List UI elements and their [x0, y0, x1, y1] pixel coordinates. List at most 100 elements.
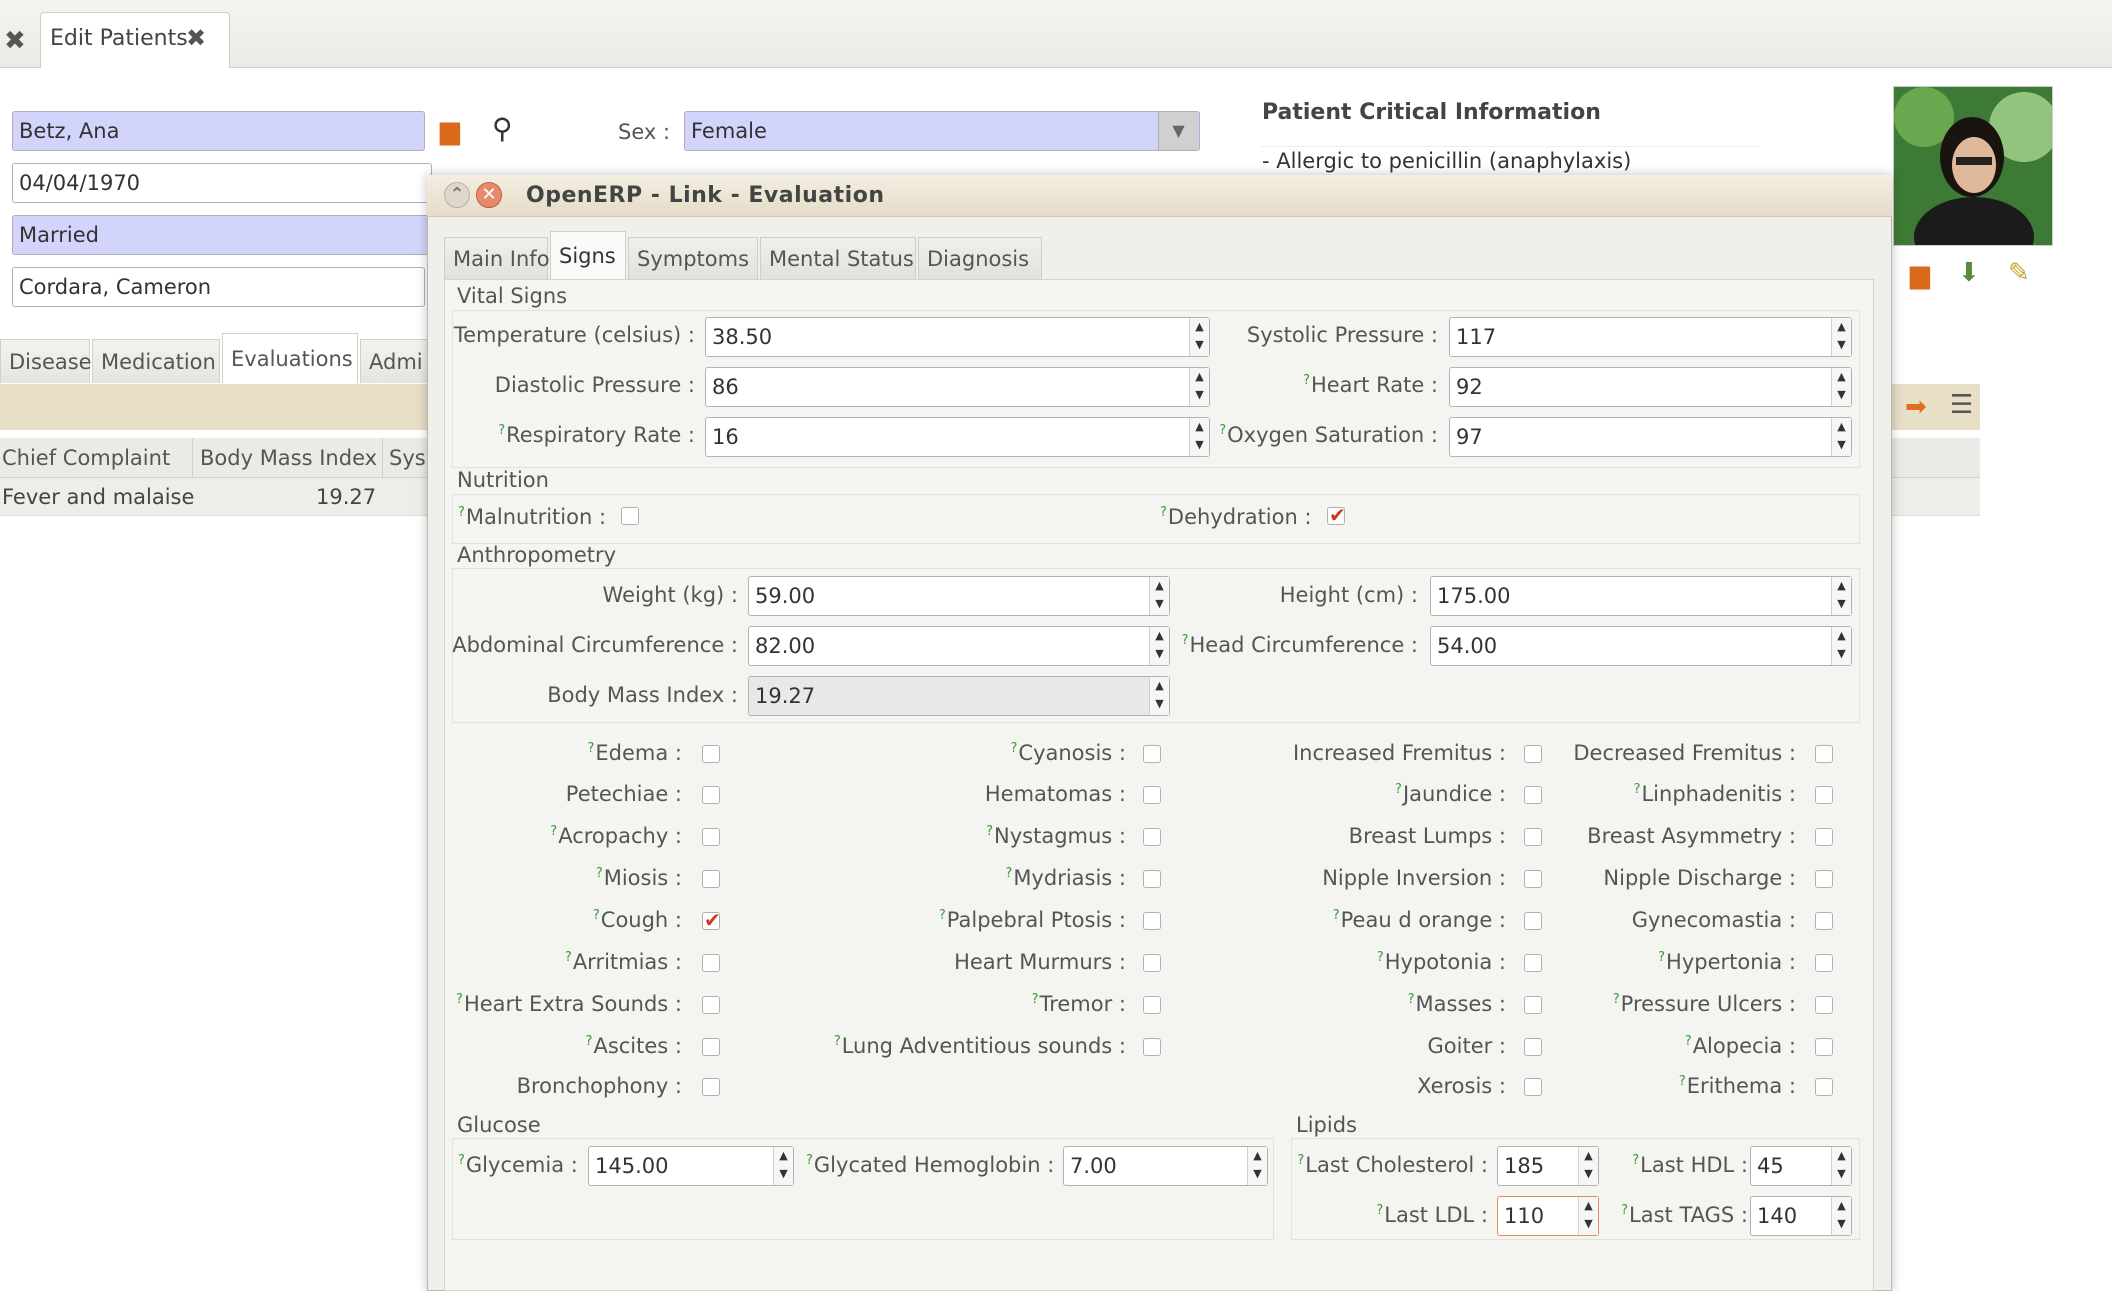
sign-checkbox[interactable]	[1815, 745, 1833, 763]
tab-diseases[interactable]: Diseases	[0, 339, 103, 383]
help-icon: ?	[1678, 1074, 1686, 1089]
sign-label: ?Alopecia :	[1684, 1034, 1796, 1058]
help-icon: ?	[1632, 1153, 1640, 1168]
sign-checkbox[interactable]	[702, 786, 720, 804]
marital-status-field[interactable]: Married	[12, 215, 432, 255]
tab-edit-patients-label: Edit Patients	[50, 26, 188, 51]
sign-checkbox[interactable]	[702, 828, 720, 846]
sign-label: ?Mydriasis :	[1005, 866, 1126, 890]
close-tab-icon[interactable]: ✖	[186, 24, 206, 52]
last-cholesterol-input[interactable]: 185 ▲ ▼	[1497, 1146, 1599, 1186]
diastolic-input[interactable]: 86 ▲ ▼	[705, 367, 1210, 407]
tab-admission[interactable]: Admi	[360, 339, 430, 383]
help-icon: ?	[1395, 782, 1402, 797]
help-icon: ?	[1684, 1034, 1692, 1049]
sign-label: ?Pressure Ulcers :	[1612, 992, 1796, 1016]
spinner-icon: ▲ ▼	[773, 1147, 793, 1185]
sign-checkbox[interactable]	[1815, 912, 1833, 930]
tab-mental-status[interactable]: Mental Status	[760, 237, 916, 279]
brush-icon[interactable]: ✎	[2008, 260, 2030, 286]
sign-checkbox[interactable]	[702, 1038, 720, 1056]
help-icon: ?	[1219, 423, 1227, 438]
close-all-tabs-icon[interactable]: ✖	[4, 28, 30, 54]
sign-checkbox[interactable]	[1815, 870, 1833, 888]
sign-label: ?Lung Adventitious sounds :	[833, 1034, 1126, 1058]
heart-rate-input[interactable]: 92 ▲ ▼	[1449, 367, 1852, 407]
help-icon: ?	[1297, 1153, 1305, 1168]
sign-checkbox[interactable]	[1815, 1078, 1833, 1096]
systolic-input[interactable]: 117 ▲ ▼	[1449, 317, 1852, 357]
help-icon: ?	[1010, 741, 1018, 756]
oxygen-saturation-input[interactable]: 97 ▲ ▼	[1449, 417, 1852, 457]
open-photo-icon[interactable]: ▆	[1910, 262, 1930, 288]
spinner-icon: ▲ ▼	[1831, 1147, 1851, 1185]
help-icon: ?	[585, 1034, 593, 1049]
help-icon: ?	[587, 741, 595, 756]
sex-select[interactable]: Female	[684, 111, 1200, 151]
tab-symptoms[interactable]: Symptoms	[628, 237, 758, 279]
col-chief-complaint[interactable]: Chief Complaint	[2, 438, 170, 478]
col-systolic[interactable]: Sys	[389, 438, 426, 478]
folder-icon[interactable]: ▆	[440, 118, 460, 144]
list-icon[interactable]: ☰	[1950, 392, 1973, 418]
tab-evaluations[interactable]: Evaluations	[222, 333, 358, 383]
minimize-icon[interactable]: ⌃	[444, 182, 470, 208]
weight-input[interactable]: 59.00 ▲ ▼	[748, 576, 1170, 616]
glycated-hemoglobin-input[interactable]: 7.00 ▲ ▼	[1063, 1146, 1268, 1186]
sign-checkbox[interactable]	[1815, 954, 1833, 972]
tab-diagnosis[interactable]: Diagnosis	[918, 237, 1042, 279]
sign-checkbox[interactable]	[702, 954, 720, 972]
temperature-label: Temperature (celsius) :	[453, 323, 695, 347]
tab-signs[interactable]: Signs	[550, 231, 626, 281]
dropdown-arrow-icon[interactable]: ▼	[1158, 112, 1198, 150]
sign-checkbox[interactable]	[702, 1078, 720, 1096]
bmi-input: 19.27 ▲ ▼	[748, 676, 1170, 716]
critical-info-title: Patient Critical Information	[1262, 100, 1601, 125]
last-hdl-input[interactable]: 45 ▲ ▼	[1750, 1146, 1852, 1186]
help-icon: ?	[806, 1153, 813, 1168]
family-field[interactable]: Cordara, Cameron	[12, 267, 425, 307]
sign-checkbox[interactable]	[1815, 828, 1833, 846]
tab-main-info[interactable]: Main Info	[444, 237, 550, 279]
malnutrition-checkbox[interactable]	[621, 507, 639, 525]
dehydration-checkbox[interactable]	[1327, 503, 1346, 527]
malnutrition-label: ?Malnutrition :	[458, 505, 607, 529]
glycemia-input[interactable]: 145.00 ▲ ▼	[588, 1146, 794, 1186]
patient-name-field[interactable]: Betz, Ana	[12, 111, 425, 151]
sign-checkbox[interactable]	[702, 745, 720, 763]
last-tags-input[interactable]: 140 ▲ ▼	[1750, 1196, 1852, 1236]
respiratory-rate-input[interactable]: 16 ▲ ▼	[705, 417, 1210, 457]
sign-label: ?Cyanosis :	[1010, 741, 1127, 765]
dob-field[interactable]: 04/04/1970	[12, 163, 432, 203]
temperature-input[interactable]: 38.50 ▲ ▼	[705, 317, 1210, 357]
sign-label: ?Erithema :	[1678, 1074, 1796, 1098]
sign-checkbox[interactable]	[702, 996, 720, 1014]
help-icon: ?	[1332, 908, 1340, 923]
sign-checkbox[interactable]	[702, 908, 721, 932]
diastolic-label: Diastolic Pressure :	[494, 373, 695, 397]
sign-label: Breast Asymmetry :	[1587, 824, 1796, 848]
sign-checkbox[interactable]	[1815, 996, 1833, 1014]
arrow-right-icon[interactable]: ➡	[1905, 394, 1927, 420]
close-dialog-icon[interactable]: ✕	[476, 182, 502, 208]
systolic-label: Systolic Pressure :	[1246, 323, 1438, 347]
weight-label: Weight (kg) :	[602, 583, 738, 607]
tab-medication[interactable]: Medication	[92, 339, 220, 383]
sign-checkbox[interactable]	[1815, 786, 1833, 804]
help-icon: ?	[550, 824, 558, 839]
sign-checkbox[interactable]	[1815, 1038, 1833, 1056]
save-icon[interactable]: ⬇	[1958, 260, 1980, 286]
sign-checkbox[interactable]	[702, 870, 720, 888]
last-tags-label: ?Last TAGS :	[1621, 1203, 1748, 1227]
col-bmi[interactable]: Body Mass Index	[200, 438, 377, 478]
height-input[interactable]: 175.00 ▲ ▼	[1430, 576, 1852, 616]
help-icon: ?	[938, 908, 946, 923]
last-ldl-input[interactable]: 110 ▲ ▼	[1497, 1196, 1599, 1236]
sign-label: Hematomas :	[984, 782, 1126, 806]
help-icon: ?	[1376, 950, 1384, 965]
search-icon[interactable]: ⚲	[492, 115, 513, 143]
abdominal-circumference-label: Abdominal Circumference :	[452, 633, 738, 657]
head-circumference-input[interactable]: 54.00 ▲ ▼	[1430, 626, 1852, 666]
abdominal-circumference-input[interactable]: 82.00 ▲ ▼	[748, 626, 1170, 666]
oxygen-saturation-label: ?Oxygen Saturation :	[1219, 423, 1438, 447]
